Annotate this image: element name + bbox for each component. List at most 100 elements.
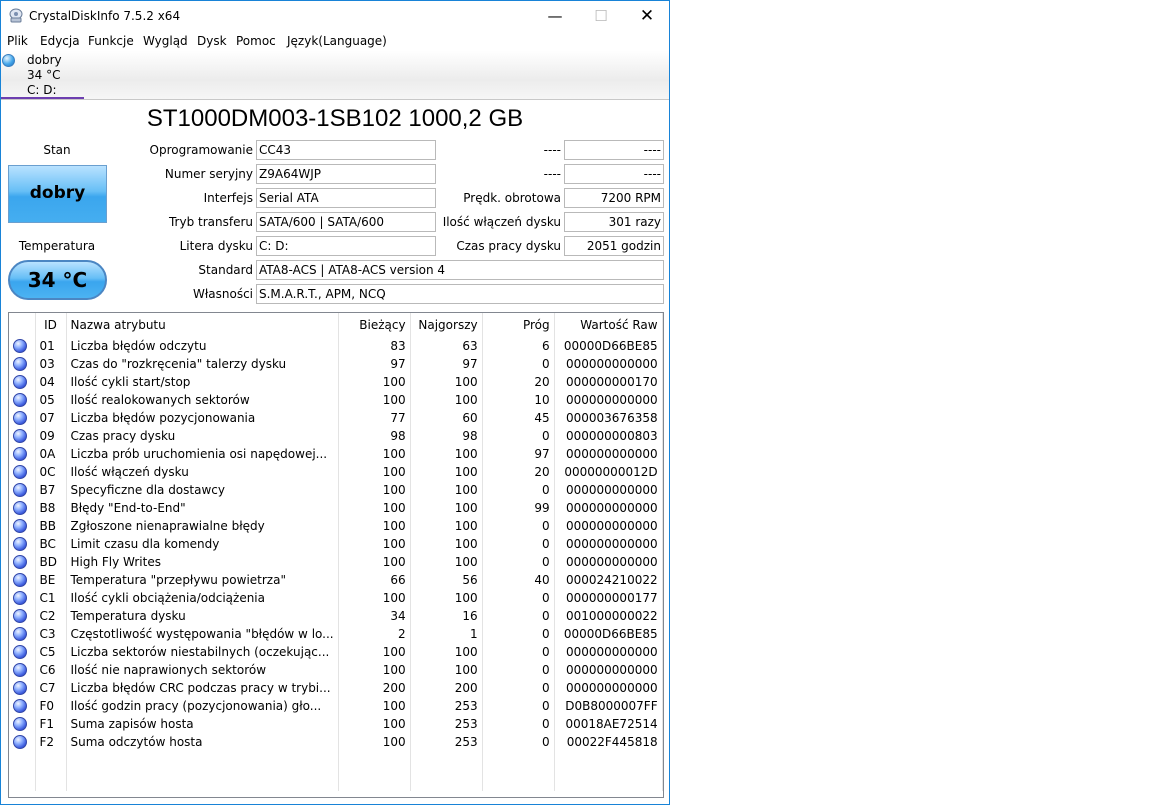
drive-tab[interactable]: dobry 34 °C C: D:: [1, 51, 84, 99]
table-row[interactable]: C5 Liczba sektorów niestabilnych (oczekuj…: [9, 643, 663, 661]
empty-cell: [482, 751, 555, 791]
column-header-id[interactable]: ID: [35, 313, 67, 337]
extra1-field: ----: [564, 140, 664, 160]
attribute-threshold: 0: [482, 679, 555, 697]
attribute-raw: 00000000012D: [554, 463, 663, 481]
attribute-worst: 100: [410, 373, 483, 391]
table-row[interactable]: B8 Błędy "End-to-End" 100 100 99 000000000000: [9, 499, 663, 517]
attribute-status-icon: [13, 429, 27, 444]
table-row[interactable]: C2 Temperatura dysku 34 16 0 001000000022: [9, 607, 663, 625]
maximize-button[interactable]: ☐: [578, 1, 624, 32]
serial-field: Z9A64WJP: [256, 164, 436, 184]
column-header-raw[interactable]: Wartość Raw: [554, 313, 663, 337]
column-header-worst[interactable]: Najgorszy: [410, 313, 483, 337]
table-row[interactable]: C3 Częstotliwość występowania "błędów w l…: [9, 625, 663, 643]
table-row[interactable]: 0C Ilość włączeń dysku 100 100 20 00000000012…: [9, 463, 663, 481]
drive-letter-field: C: D:: [256, 236, 436, 256]
table-row[interactable]: 0A Liczba prób uruchomienia osi napędowej…: [9, 445, 663, 463]
standard-label: Standard: [198, 263, 253, 277]
smart-attribute-list[interactable]: ID Nazwa atrybutu Bieżący Najgorszy Próg…: [8, 312, 664, 798]
attribute-name: High Fly Writes: [66, 553, 339, 571]
attribute-threshold: 0: [482, 589, 555, 607]
attribute-raw: 000000000000: [554, 661, 663, 679]
column-header-threshold[interactable]: Próg: [482, 313, 555, 337]
attribute-threshold: 99: [482, 499, 555, 517]
menu-pomoc[interactable]: Pomoc: [236, 34, 276, 48]
table-row[interactable]: BE Temperatura "przepływu powietrza" 66 56 4…: [9, 571, 663, 589]
table-row[interactable]: B7 Specyficzne dla dostawcy 100 100 0 0000000…: [9, 481, 663, 499]
attribute-status-icon: [13, 735, 27, 750]
attribute-raw: 000000000000: [554, 535, 663, 553]
attribute-worst: 253: [410, 697, 483, 715]
table-row[interactable]: F0 Ilość godzin pracy (pozycjonowania) gł…: [9, 697, 663, 715]
attribute-status-icon: [13, 663, 27, 678]
attribute-id: 07: [35, 409, 67, 427]
attribute-name: Temperatura "przepływu powietrza": [66, 571, 339, 589]
attribute-threshold: 0: [482, 481, 555, 499]
window-title: CrystalDiskInfo 7.5.2 x64: [29, 9, 181, 23]
health-label: Stan: [43, 143, 71, 157]
attribute-name: Suma zapisów hosta: [66, 715, 339, 733]
table-row[interactable]: C1 Ilość cykli obciążenia/odciążenia 100 10…: [9, 589, 663, 607]
disk-model-title: ST1000DM003-1SB102 1000,2 GB: [146, 105, 524, 132]
attribute-worst: 63: [410, 337, 483, 355]
minimize-button[interactable]: —: [532, 1, 578, 32]
attribute-status-icon: [13, 357, 27, 372]
attribute-status-icon: [13, 411, 27, 426]
status-cell: [9, 373, 36, 391]
table-row[interactable]: 03 Czas do "rozkręcenia" talerzy dysku 97 9…: [9, 355, 663, 373]
menu-plik[interactable]: Plik: [7, 34, 28, 48]
health-status-button[interactable]: dobry: [8, 165, 107, 223]
interface-field: Serial ATA: [256, 188, 436, 208]
drive-tab-selected-indicator: [1, 97, 84, 99]
attribute-current: 100: [338, 733, 411, 751]
table-row[interactable]: 05 Ilość realokowanych sektorów 100 100 10 00…: [9, 391, 663, 409]
table-row[interactable]: 07 Liczba błędów pozycjonowania 77 60 45 0000…: [9, 409, 663, 427]
attribute-current: 200: [338, 679, 411, 697]
column-header-current[interactable]: Bieżący: [338, 313, 411, 337]
table-row[interactable]: F2 Suma odczytów hosta 100 253 0 00022F445818: [9, 733, 663, 751]
status-cell: [9, 679, 36, 697]
health-status-icon: [2, 54, 15, 67]
attribute-name: Czas pracy dysku: [66, 427, 339, 445]
attribute-threshold: 97: [482, 445, 555, 463]
attribute-id: F1: [35, 715, 67, 733]
table-row[interactable]: F1 Suma zapisów hosta 100 253 0 00018AE72514: [9, 715, 663, 733]
table-row[interactable]: 01 Liczba błędów odczytu 83 63 6 00000D66BE85: [9, 337, 663, 355]
table-row[interactable]: 04 Ilość cykli start/stop 100 100 20 00000000…: [9, 373, 663, 391]
attribute-current: 100: [338, 445, 411, 463]
attribute-raw: 000000000000: [554, 481, 663, 499]
table-row[interactable]: C7 Liczba błędów CRC podczas pracy w tryb…: [9, 679, 663, 697]
table-row[interactable]: BB Zgłoszone nienaprawialne błędy 100 100 0 0…: [9, 517, 663, 535]
status-cell: [9, 661, 36, 679]
attribute-status-icon: [13, 519, 27, 534]
attribute-id: 03: [35, 355, 67, 373]
menu-dysk[interactable]: Dysk: [197, 34, 227, 48]
menu-wyglad[interactable]: Wygląd: [143, 34, 188, 48]
table-row[interactable]: 09 Czas pracy dysku 98 98 0 000000000803: [9, 427, 663, 445]
temperature-label: Temperatura: [18, 239, 96, 253]
attribute-raw: 000000000000: [554, 643, 663, 661]
attribute-threshold: 40: [482, 571, 555, 589]
table-row[interactable]: BD High Fly Writes 100 100 0 000000000000: [9, 553, 663, 571]
attribute-threshold: 0: [482, 535, 555, 553]
attribute-status-icon: [13, 681, 27, 696]
column-header-name[interactable]: Nazwa atrybutu: [66, 313, 339, 337]
attribute-name: Ilość godzin pracy (pozycjonowania) gło.…: [66, 697, 339, 715]
attribute-worst: 60: [410, 409, 483, 427]
attribute-id: C6: [35, 661, 67, 679]
temperature-button[interactable]: 34 °C: [8, 260, 107, 300]
app-icon: [8, 8, 24, 24]
column-header-status[interactable]: [9, 313, 36, 337]
menu-jezyk[interactable]: Język(Language): [287, 34, 387, 48]
menu-funkcje[interactable]: Funkcje: [88, 34, 134, 48]
table-row[interactable]: C6 Ilość nie naprawionych sektorów 100 100 0…: [9, 661, 663, 679]
attribute-status-icon: [13, 393, 27, 408]
close-button[interactable]: ✕: [624, 1, 670, 32]
table-row[interactable]: BC Limit czasu dla komendy 100 100 0 00000000…: [9, 535, 663, 553]
menu-edycja[interactable]: Edycja: [40, 34, 80, 48]
attribute-current: 100: [338, 481, 411, 499]
menu-bar: Plik Edycja Funkcje Wygląd Dysk Pomoc Ję…: [1, 32, 669, 51]
title-bar[interactable]: CrystalDiskInfo 7.5.2 x64 — ☐ ✕: [1, 1, 669, 32]
status-cell: [9, 517, 36, 535]
